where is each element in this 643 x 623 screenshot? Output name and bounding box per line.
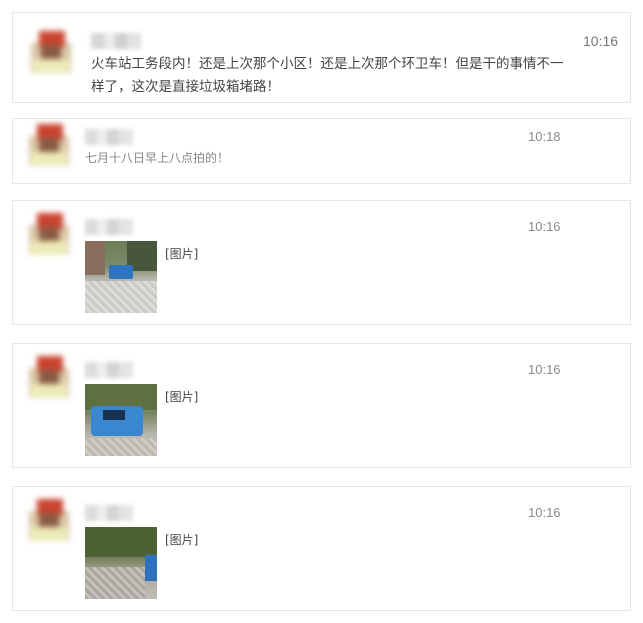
- blurred-username: [85, 219, 133, 235]
- message-card[interactable]: 10:18 七月十八日早上八点拍的！: [12, 118, 631, 184]
- message-text-line-2: 样了，这次是直接垃圾箱堵路！: [91, 79, 280, 95]
- attached-photo[interactable]: [85, 241, 157, 313]
- message-card[interactable]: 10:16 火车站工务段内！还是上次那个小区！还是上次那个环卫车！但是干的事情不…: [12, 12, 631, 103]
- blurred-username: [85, 129, 133, 145]
- message-time: 10:16: [583, 33, 619, 49]
- blurred-username: [85, 362, 133, 378]
- message-text: 七月十八日早上八点拍的！: [85, 151, 230, 165]
- message-time: 10:16: [528, 219, 561, 234]
- avatar[interactable]: [29, 211, 69, 255]
- avatar[interactable]: [31, 29, 71, 73]
- message-card[interactable]: 10:16 [图片]: [12, 343, 631, 468]
- attached-photo[interactable]: [85, 384, 157, 456]
- blurred-username: [91, 33, 141, 49]
- attached-photo[interactable]: [85, 527, 157, 599]
- image-label: [图片]: [165, 390, 199, 404]
- image-label: [图片]: [165, 247, 199, 261]
- avatar[interactable]: [29, 122, 69, 166]
- message-time: 10:16: [528, 362, 561, 377]
- message-text-line-1: 火车站工务段内！还是上次那个小区！还是上次那个环卫车！但是干的事情不一: [91, 56, 564, 72]
- message-time: 10:16: [528, 505, 561, 520]
- message-card[interactable]: 10:16 [图片]: [12, 200, 631, 325]
- image-label: [图片]: [165, 533, 199, 547]
- message-card[interactable]: 10:16 [图片]: [12, 486, 631, 611]
- avatar[interactable]: [29, 354, 69, 398]
- message-time: 10:18: [528, 129, 561, 144]
- blurred-username: [85, 505, 133, 521]
- avatar[interactable]: [29, 497, 69, 541]
